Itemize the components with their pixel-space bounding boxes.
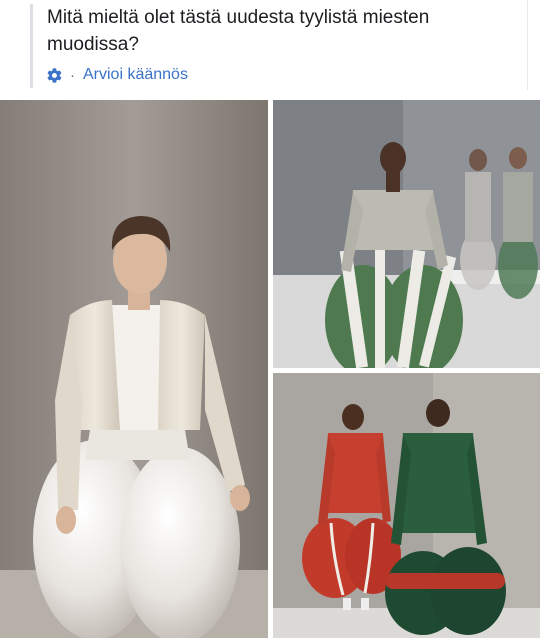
post-body-text: Mitä mieltä olet tästä uudesta tyylistä …	[47, 7, 430, 55]
photo-white-balloon-pants-model[interactable]	[0, 100, 268, 638]
divider	[527, 0, 528, 90]
translation-row: · Arvioi käännös	[46, 64, 188, 86]
quote-bar	[30, 4, 33, 88]
rate-translation-link[interactable]: Arvioi käännös	[83, 66, 188, 84]
translated-post-text: Mitä mieltä olet tästä uudesta tyylistä …	[0, 0, 540, 100]
photo-grid	[0, 100, 540, 638]
photo-green-striped-runway[interactable]	[273, 100, 540, 368]
separator-dot: ·	[70, 66, 75, 84]
photo-red-green-back-view[interactable]	[273, 373, 540, 638]
gear-icon	[47, 67, 62, 83]
